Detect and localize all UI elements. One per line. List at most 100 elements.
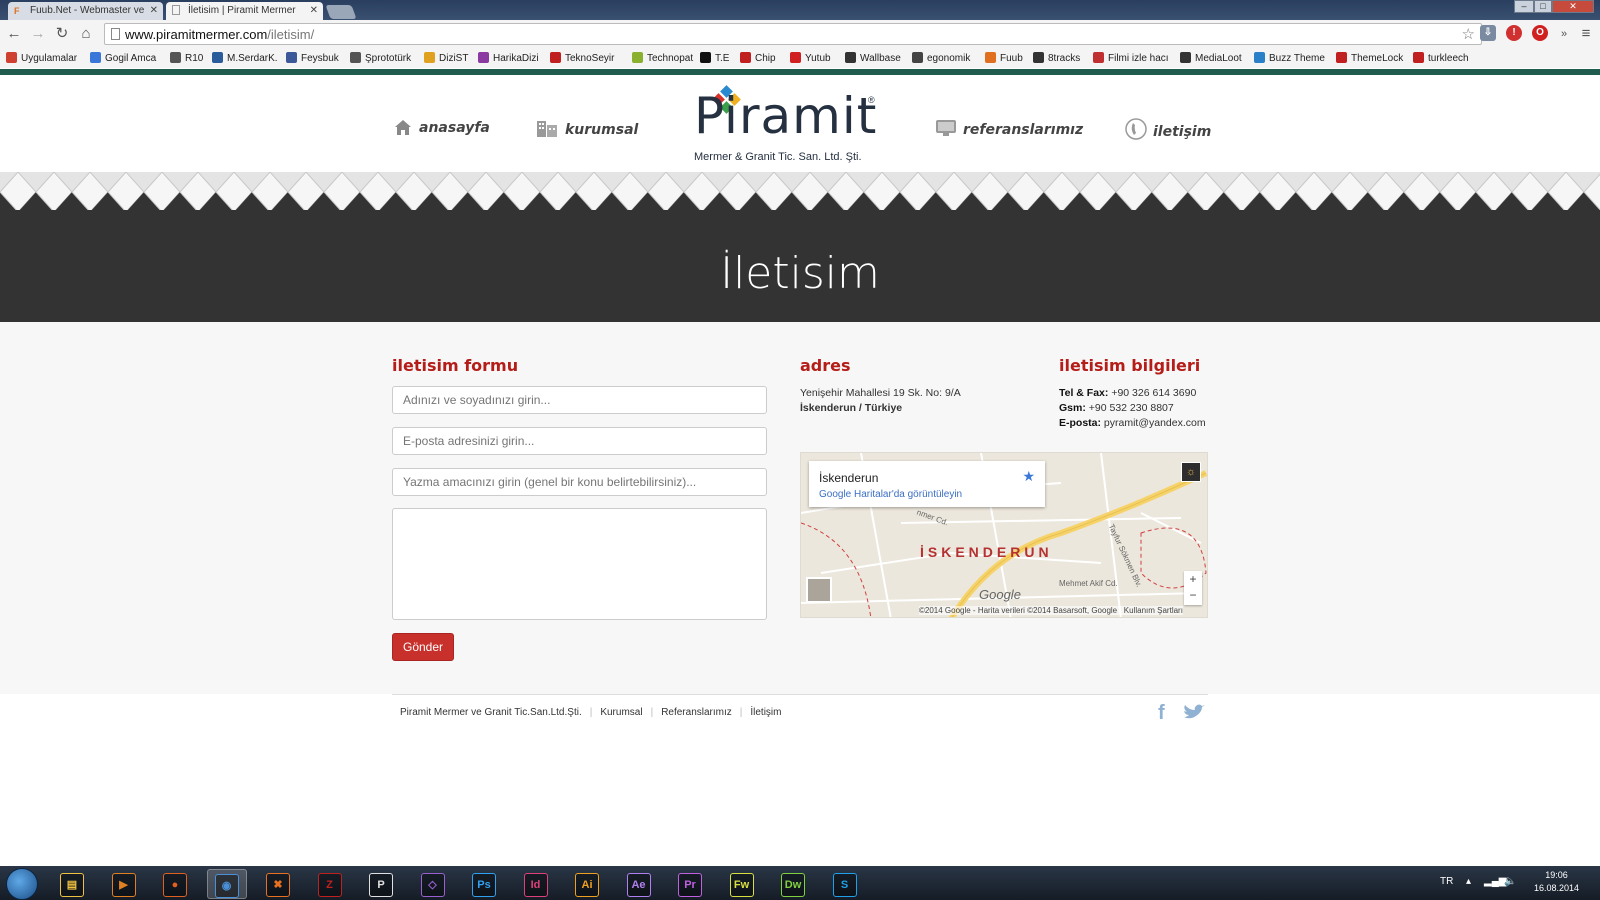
back-icon[interactable]: ← — [4, 24, 24, 44]
nav-corporate[interactable]: kurumsal — [535, 118, 638, 138]
facebook-icon[interactable]: f — [1158, 702, 1165, 725]
nav-contact[interactable]: iletişim — [1125, 118, 1211, 140]
reload-icon[interactable]: ↻ — [52, 24, 72, 44]
system-clock[interactable]: 19:06 16.08.2014 — [1534, 869, 1579, 895]
taskbar-app-2[interactable]: ● — [155, 869, 195, 899]
bookmark-item[interactable]: HarikaDizi — [478, 52, 539, 64]
taskbar-app-15[interactable]: S — [825, 869, 865, 899]
footer-link-references[interactable]: Referanslarımız — [661, 707, 732, 718]
maximize-button[interactable]: □ — [1534, 0, 1552, 13]
bookmark-item[interactable]: TeknoSeyir — [550, 52, 614, 64]
map-terms-link[interactable]: Kullanım Şartları — [1124, 606, 1183, 615]
window-close-button[interactable]: ✕ — [1552, 0, 1594, 13]
bookmark-item[interactable]: T.E — [700, 52, 729, 64]
taskbar-app-9[interactable]: Id — [516, 869, 556, 899]
monitor-icon — [936, 120, 956, 136]
taskbar-app-0[interactable]: ▤ — [52, 869, 92, 899]
email-input[interactable] — [392, 427, 767, 455]
map-zoom-control[interactable]: + − — [1184, 571, 1202, 605]
footer-link-corporate[interactable]: Kurumsal — [600, 707, 642, 718]
piramit-logo[interactable]: Piramit ® Mermer & Granit Tic. San. Ltd.… — [694, 85, 880, 167]
google-map[interactable]: İskenderun Google Haritalar'da görüntüle… — [800, 452, 1208, 618]
taskbar-app-7[interactable]: ◇ — [413, 869, 453, 899]
more-extensions-icon[interactable]: » — [1554, 24, 1574, 44]
bookmark-item[interactable]: ThemeLock — [1336, 52, 1403, 64]
email-label: E-posta: — [1059, 417, 1101, 429]
address-bar[interactable]: www.piramitmermer.com/iletisim/ ☆ — [104, 23, 1482, 45]
filezilla-icon: Z — [317, 872, 342, 897]
nav-references[interactable]: referanslarımız — [935, 118, 1083, 138]
bookmark-item[interactable]: Şprototürk — [350, 52, 411, 64]
xampp-icon: ✖ — [266, 872, 290, 897]
message-textarea[interactable] — [392, 508, 767, 620]
bookmark-star-icon[interactable]: ☆ — [1462, 25, 1475, 43]
language-indicator[interactable]: TR — [1440, 876, 1453, 887]
clock-time: 19:06 — [1545, 870, 1568, 880]
browser-tabstrip: F Fuub.Net - Webmaster ve ✕ İletisim | P… — [0, 0, 1600, 20]
bookmark-item[interactable]: Technopat — [632, 52, 693, 64]
bookmark-item[interactable]: Gogil Amca — [90, 52, 156, 64]
tab-label: İletisim | Piramit Mermer — [188, 5, 296, 16]
tray-expand-icon[interactable]: ▴ — [1466, 876, 1471, 887]
name-input[interactable] — [392, 386, 767, 414]
bookmark-item[interactable]: DiziST — [424, 52, 468, 64]
bookmark-favicon-icon — [170, 52, 181, 63]
bookmark-item[interactable]: R10 — [170, 52, 203, 64]
tel-value: +90 326 614 3690 — [1111, 387, 1197, 399]
map-view-link[interactable]: Google Haritalar'da görüntüleyin — [819, 489, 962, 500]
bookmark-item[interactable]: Uygulamalar — [6, 52, 77, 64]
nav-home[interactable]: anasayfa — [393, 118, 490, 136]
taskbar-app-6[interactable]: P — [361, 869, 401, 899]
extension-red-icon[interactable]: ! — [1506, 25, 1522, 41]
taskbar-app-4[interactable]: ✖ — [258, 869, 298, 899]
bookmark-item[interactable]: Fuub — [985, 52, 1023, 64]
taskbar-app-10[interactable]: Ai — [567, 869, 607, 899]
taskbar-app-12[interactable]: Pr — [670, 869, 710, 899]
map-photo-icon[interactable]: ☼ — [1181, 462, 1201, 482]
save-star-icon[interactable]: ★ — [1022, 468, 1035, 485]
email-value[interactable]: pyramit@yandex.com — [1104, 417, 1206, 429]
bookmark-label: TeknoSeyir — [565, 53, 615, 64]
volume-icon[interactable]: 🔈 — [1504, 876, 1516, 887]
bookmark-item[interactable]: turkleech — [1413, 52, 1469, 64]
satellite-toggle[interactable] — [806, 577, 832, 603]
browser-tab-fuub[interactable]: F Fuub.Net - Webmaster ve ✕ — [8, 2, 163, 20]
subject-input[interactable] — [392, 468, 767, 496]
twitter-icon[interactable] — [1182, 704, 1206, 722]
forward-icon[interactable]: → — [28, 24, 48, 44]
zoom-in-button[interactable]: + — [1184, 571, 1202, 587]
minimize-button[interactable]: – — [1514, 0, 1534, 13]
taskbar-app-11[interactable]: Ae — [619, 869, 659, 899]
footer-link-contact[interactable]: İletişim — [750, 707, 781, 718]
bookmark-item[interactable]: M.SerdarK. — [212, 52, 278, 64]
bookmark-label: ThemeLock — [1351, 53, 1404, 64]
home-icon[interactable]: ⌂ — [76, 24, 96, 44]
taskbar-app-14[interactable]: Dw — [773, 869, 813, 899]
tab-close-icon[interactable]: ✕ — [310, 5, 318, 16]
start-button[interactable] — [6, 868, 38, 900]
taskbar-app-5[interactable]: Z — [310, 869, 350, 899]
bookmark-item[interactable]: 8tracks — [1033, 52, 1080, 64]
bookmark-item[interactable]: Feysbuk — [286, 52, 339, 64]
menu-icon[interactable]: ≡ — [1576, 24, 1596, 44]
taskbar-app-13[interactable]: Fw — [722, 869, 762, 899]
taskbar-app-3[interactable]: ◉ — [206, 869, 247, 899]
extension-icon[interactable]: ⇩ — [1480, 25, 1496, 41]
opera-icon[interactable]: O — [1532, 25, 1548, 41]
taskbar-app-1[interactable]: ▶ — [104, 869, 144, 899]
bookmark-item[interactable]: Chip — [740, 52, 776, 64]
browser-tab-iletisim[interactable]: İletisim | Piramit Mermer ✕ — [166, 2, 323, 20]
new-tab-button[interactable] — [325, 5, 357, 19]
submit-button[interactable]: Gönder — [392, 633, 454, 661]
bookmark-item[interactable]: egonomik — [912, 52, 970, 64]
tab-close-icon[interactable]: ✕ — [150, 5, 158, 16]
bookmark-label: Şprototürk — [365, 53, 412, 64]
bookmark-item[interactable]: Filmi izle hacı — [1093, 52, 1169, 64]
bookmark-item[interactable]: Wallbase — [845, 52, 901, 64]
bookmark-item[interactable]: MediaLoot — [1180, 52, 1242, 64]
taskbar-app-8[interactable]: Ps — [464, 869, 504, 899]
bookmark-item[interactable]: Yutub — [790, 52, 831, 64]
zoom-out-button[interactable]: − — [1184, 587, 1202, 603]
map-info-card: İskenderun Google Haritalar'da görüntüle… — [809, 461, 1045, 507]
bookmark-item[interactable]: Buzz Theme — [1254, 52, 1325, 64]
